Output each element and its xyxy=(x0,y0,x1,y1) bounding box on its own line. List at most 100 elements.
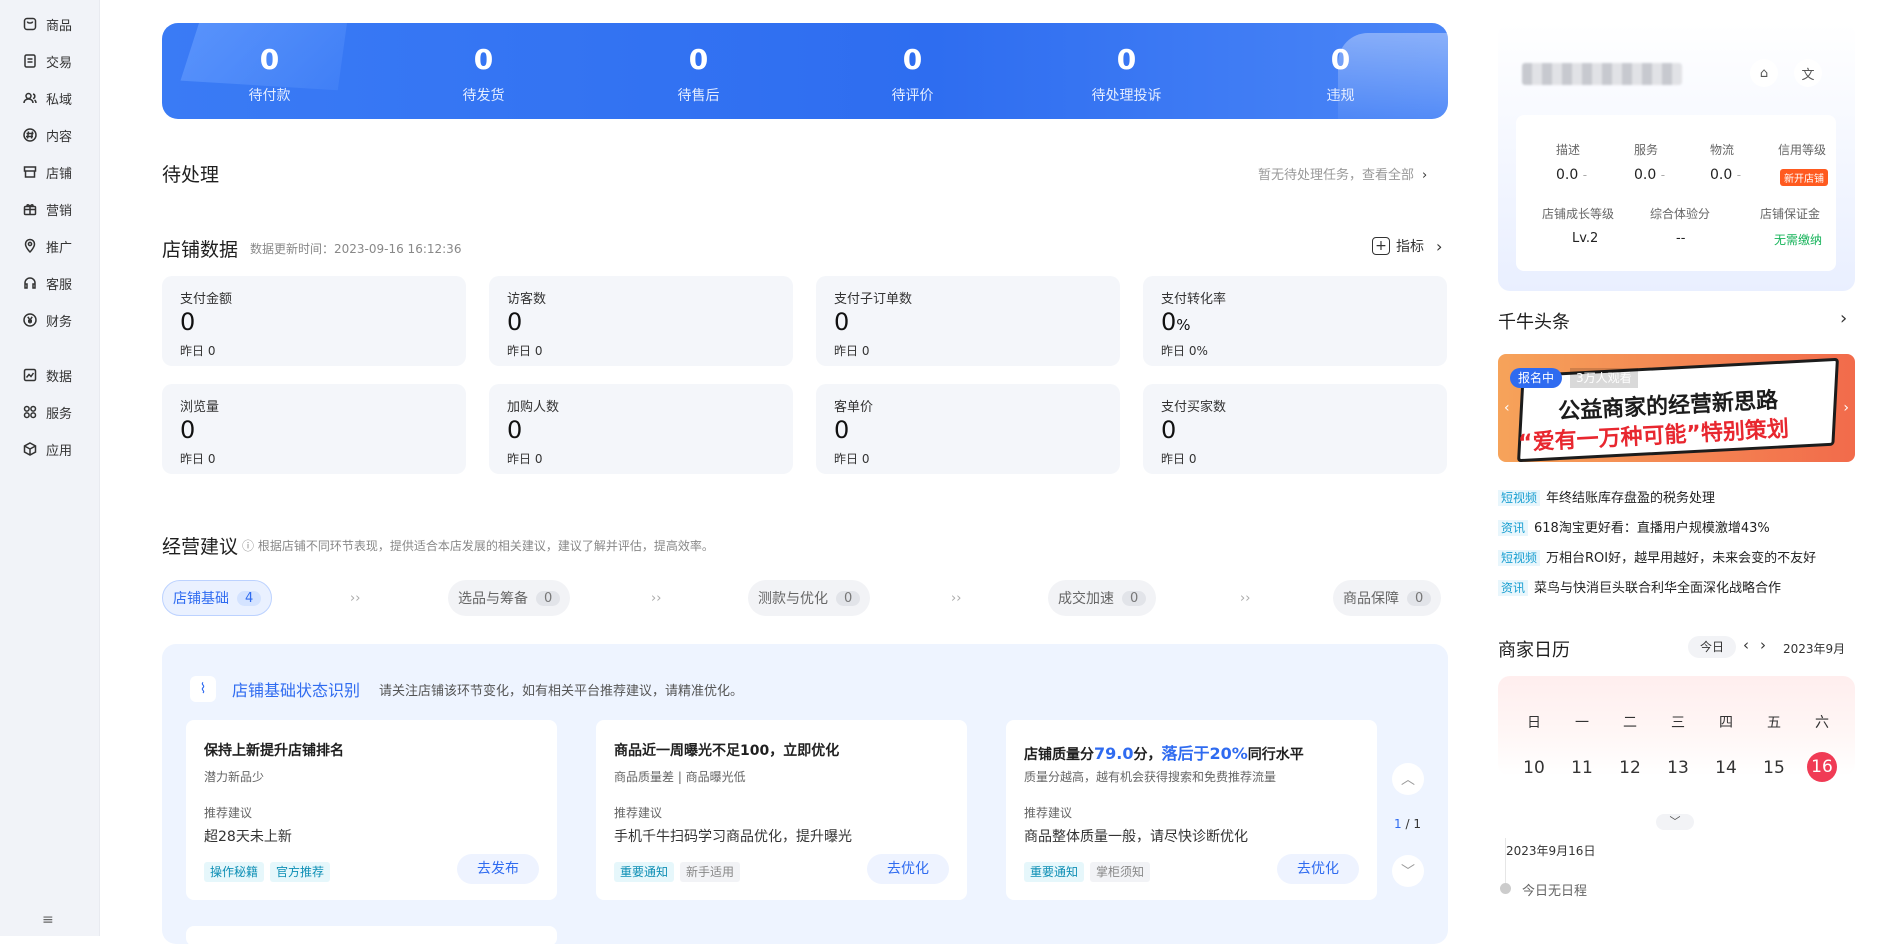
stat-pending-complaint[interactable]: 0 待处理投诉 xyxy=(1019,23,1234,119)
pending-view-all-link[interactable]: 暂无待处理任务，查看全部 › xyxy=(1258,164,1427,183)
stat-pending-review[interactable]: 0 待评价 xyxy=(805,23,1020,119)
calendar-day[interactable]: 11 xyxy=(1562,758,1602,778)
plus-square-icon: + xyxy=(1372,237,1390,255)
sidebar-item-store[interactable]: 店铺 xyxy=(0,158,100,186)
metric-card-visitors[interactable]: 访客数 0 昨日 0 xyxy=(489,276,793,366)
sidebar-item-services[interactable]: 服务 xyxy=(0,398,100,426)
banner-prev-icon[interactable]: ‹ xyxy=(1504,400,1510,416)
metric-card-buyers[interactable]: 支付买家数 0 昨日 0 xyxy=(1143,384,1447,474)
pulse-icon: ⌇ xyxy=(190,676,216,702)
metric-card-pageviews[interactable]: 浏览量 0 昨日 0 xyxy=(162,384,466,474)
chevron-right-icon[interactable]: › xyxy=(1840,308,1847,329)
selected-date: 2023年9月16日 xyxy=(1506,844,1596,858)
gift-icon xyxy=(22,201,38,217)
weekday-label: 六 xyxy=(1815,715,1829,731)
sidebar-item-goods[interactable]: 商品 xyxy=(0,10,100,38)
tag[interactable]: 新手适用 xyxy=(680,862,741,882)
tag[interactable]: 重要通知 xyxy=(1024,862,1085,882)
stat-pending-shipment[interactable]: 0 待发货 xyxy=(376,23,591,119)
step-selection[interactable]: 选品与筹备 0 xyxy=(448,580,571,616)
sidebar-item-private[interactable]: 私域 xyxy=(0,84,100,112)
calendar-day-today[interactable]: 16 xyxy=(1802,752,1842,782)
step-acceleration[interactable]: 成交加速 0 xyxy=(1048,580,1157,616)
bag-icon xyxy=(22,16,38,32)
news-item[interactable]: 短视频 万相台ROI好，越早用越好，未来会变的不友好 xyxy=(1498,547,1816,566)
weekday-label: 二 xyxy=(1623,715,1637,731)
headline-banner[interactable]: 报名中 3万人观看 公益商家的经营新思路 “爱有一万种可能”特别策划 ‹ › xyxy=(1498,354,1855,462)
news-item[interactable]: 资讯 618淘宝更好看：直播用户规模激增43% xyxy=(1498,517,1770,536)
deposit-status: 无需缴纳 xyxy=(1774,233,1823,247)
calendar-day[interactable]: 10 xyxy=(1514,758,1554,778)
metrics-button[interactable]: + 指标 › xyxy=(1372,236,1442,256)
sidebar-item-data[interactable]: 数据 xyxy=(0,361,100,389)
today-marker: 16 xyxy=(1807,752,1837,782)
metric-card-avg-order[interactable]: 客单价 0 昨日 0 xyxy=(816,384,1120,474)
sidebar-item-content[interactable]: 内容 xyxy=(0,121,100,149)
calendar-day[interactable]: 12 xyxy=(1610,758,1650,778)
suggestion-card: 保持上新提升店铺排名 潜力新品少 推荐建议 超28天未上新 操作秘籍 官方推荐 … xyxy=(186,720,557,900)
chevron-up-icon[interactable]: ︿ xyxy=(1392,763,1424,795)
optimize-button[interactable]: 去优化 xyxy=(1277,854,1359,884)
metric-value: 0 xyxy=(834,308,850,336)
news-item[interactable]: 资讯 菜鸟与快消巨头联合利华全面深化战略合作 xyxy=(1498,577,1781,596)
stat-pending-aftersale[interactable]: 0 待售后 xyxy=(591,23,806,119)
step-testing[interactable]: 测款与优化 0 xyxy=(748,580,871,616)
news-item[interactable]: 短视频 年终结账库存盘盈的税务处理 xyxy=(1498,487,1715,506)
score-value: 0.0 - xyxy=(1710,167,1742,183)
today-button[interactable]: 今日 xyxy=(1688,636,1737,658)
suggest-label: 推荐建议 xyxy=(204,806,253,820)
stat-pending-payment[interactable]: 0 待付款 xyxy=(162,23,377,119)
calendar-day[interactable]: 15 xyxy=(1754,758,1794,778)
tag[interactable]: 重要通知 xyxy=(614,862,675,882)
sidebar-item-label: 店铺 xyxy=(46,166,73,182)
sidebar-item-finance[interactable]: 财务 xyxy=(0,306,100,334)
tag[interactable]: 掌柜须知 xyxy=(1090,862,1151,882)
score-label: 描述 xyxy=(1556,143,1581,157)
sidebar-item-apps[interactable]: 应用 xyxy=(0,435,100,463)
credit-badge: 新开店铺 xyxy=(1780,169,1828,186)
metric-card-sub-orders[interactable]: 支付子订单数 0 昨日 0 xyxy=(816,276,1120,366)
calendar-day[interactable]: 13 xyxy=(1658,758,1698,778)
prev-month-icon[interactable]: ‹ xyxy=(1743,636,1749,654)
step-label: 店铺基础 xyxy=(173,591,229,607)
news-text: 菜鸟与快消巨头联合利华全面深化战略合作 xyxy=(1534,581,1782,596)
optimize-button[interactable]: 去优化 xyxy=(867,854,949,884)
collapse-icon[interactable]: ≡ xyxy=(42,912,54,928)
update-time: 数据更新时间：2023-09-16 16:12:36 xyxy=(250,242,462,256)
card-title: 店铺质量分79.0分，落后于20%同行水平 xyxy=(1024,744,1304,763)
sidebar-item-marketing[interactable]: 营销 xyxy=(0,195,100,223)
step-guarantee[interactable]: 商品保障 0 xyxy=(1333,580,1442,616)
metric-title: 访客数 xyxy=(507,292,547,307)
metric-card-pay-amount[interactable]: 支付金额 0 昨日 0 xyxy=(162,276,466,366)
advice-title: 经营建议 xyxy=(162,536,239,558)
calendar-title: 商家日历 xyxy=(1498,640,1570,661)
sidebar-item-label: 营销 xyxy=(46,203,73,219)
suggest-value: 手机千牛扫码学习商品优化，提升曝光 xyxy=(614,829,852,845)
hash-icon xyxy=(22,127,38,143)
stat-label: 待付款 xyxy=(248,88,291,104)
sidebar-item-promotion[interactable]: 推广 xyxy=(0,232,100,260)
stat-label: 待发货 xyxy=(462,88,505,104)
banner-next-icon[interactable]: › xyxy=(1843,400,1849,416)
banner-viewers: 3万人观看 xyxy=(1570,368,1638,388)
panel-title: 店铺基础状态识别 xyxy=(232,681,361,700)
metric-card-cart-users[interactable]: 加购人数 0 昨日 0 xyxy=(489,384,793,474)
publish-button[interactable]: 去发布 xyxy=(457,854,539,884)
chevron-down-icon[interactable]: ﹀ xyxy=(1392,855,1424,887)
step-store-basics[interactable]: 店铺基础 4 xyxy=(162,580,273,616)
tag[interactable]: 官方推荐 xyxy=(270,862,331,882)
tag[interactable]: 操作秘籍 xyxy=(204,862,265,882)
next-month-icon[interactable]: › xyxy=(1760,636,1766,654)
chart-icon xyxy=(22,367,38,383)
metric-value: 0% xyxy=(1161,308,1191,336)
shop-icon[interactable]: ⌂ xyxy=(1750,59,1778,87)
metric-card-conversion[interactable]: 支付转化率 0% 昨日 0% xyxy=(1143,276,1447,366)
sidebar-item-label: 客服 xyxy=(46,277,73,293)
stat-violation[interactable]: 0 违规 xyxy=(1233,23,1448,119)
translate-icon[interactable]: 文 xyxy=(1794,59,1822,87)
expand-calendar-icon[interactable]: ﹀ xyxy=(1656,814,1694,830)
sidebar-item-trade[interactable]: 交易 xyxy=(0,47,100,75)
calendar-day[interactable]: 14 xyxy=(1706,758,1746,778)
sidebar-item-service[interactable]: 客服 xyxy=(0,269,100,297)
weekday-label: 四 xyxy=(1719,715,1733,731)
